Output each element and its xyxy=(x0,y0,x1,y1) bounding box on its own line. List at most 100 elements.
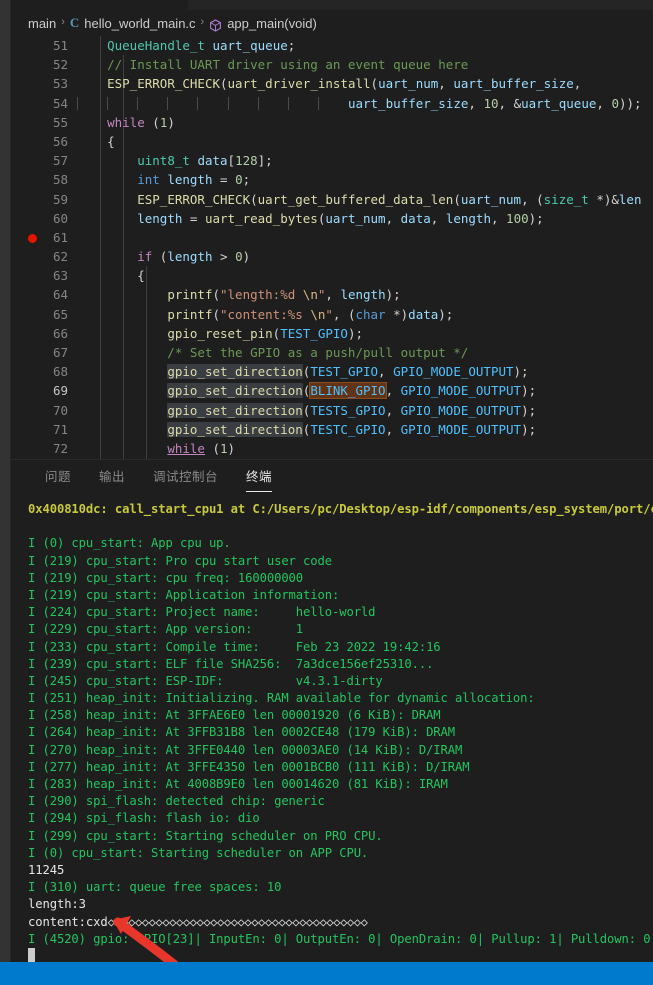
line-content: gpio_set_direction(BLINK_GPIO, GPIO_MODE… xyxy=(167,382,537,400)
terminal-line: I (219) cpu_start: Pro cpu start user co… xyxy=(28,553,332,568)
terminal-line: I (283) heap_init: At 4008B9E0 len 00014… xyxy=(28,777,448,791)
terminal-line: I (4520) gpio: GPIO[23]| InputEn: 0| Out… xyxy=(28,931,653,946)
terminal-line: I (233) cpu_start: Compile time: Feb 23 … xyxy=(28,639,441,654)
line-content: /* Set the GPIO as a push/pull output */ xyxy=(77,345,469,360)
line-content: ESP_ERROR_CHECK(uart_get_buffered_data_l… xyxy=(137,191,642,207)
line-content: printf("content:%s \n", (char *)data); xyxy=(167,306,454,322)
line-content: // Install UART driver using an event qu… xyxy=(77,57,469,73)
line-number: 51 xyxy=(52,38,68,53)
terminal-line: I (224) cpu_start: Project name: hello-w… xyxy=(28,605,376,620)
breadcrumb-separator-2: › xyxy=(200,16,205,28)
line-content: gpio_set_direction(TESTS_GPIO, GPIO_MODE… xyxy=(167,402,537,418)
line-content: gpio_set_direction(TESTC_GPIO, GPIO_MODE… xyxy=(167,421,537,437)
line-content: int length = 0; xyxy=(137,172,251,188)
breadcrumb[interactable]: main › C hello_world_main.c › app_main(v… xyxy=(11,10,653,36)
line-number: 57 xyxy=(52,153,68,169)
terminal-cursor xyxy=(28,947,35,962)
breadcrumb-item-main[interactable]: main xyxy=(28,16,56,31)
tab-terminal[interactable]: 终端 xyxy=(246,466,273,492)
line-content: printf("length:%d \n", length); xyxy=(167,287,401,303)
vscode-window: main › C hello_world_main.c › app_main(v… xyxy=(0,0,653,985)
tab-problems[interactable]: 问题 xyxy=(45,466,71,489)
code-line[interactable]: 51 QueueHandle_t uart_queue; xyxy=(11,36,653,55)
line-number: 61 xyxy=(52,229,68,245)
code-line[interactable]: 66 gpio_reset_pin(TEST_GPIO); xyxy=(11,324,653,343)
code-line[interactable]: 70 gpio_set_direction(TESTS_GPIO, GPIO_M… xyxy=(11,401,653,420)
terminal-line: 11245 xyxy=(28,862,65,877)
line-number: 59 xyxy=(52,191,68,207)
terminal-line: I (0) cpu_start: Starting scheduler on A… xyxy=(28,845,369,860)
terminal-line: I (219) cpu_start: cpu freq: 160000000 xyxy=(28,570,304,585)
line-number: 55 xyxy=(52,114,68,130)
line-number: 71 xyxy=(52,421,68,437)
terminal-cursor-line[interactable] xyxy=(28,947,653,963)
breadcrumb-item-symbol[interactable]: app_main(void) xyxy=(227,16,317,31)
terminal-line: I (251) heap_init: Initializing. RAM ava… xyxy=(28,691,535,706)
tab-debug-console[interactable]: 调试控制台 xyxy=(153,466,218,489)
status-bar[interactable] xyxy=(0,962,653,985)
code-line-breakpoint[interactable]: 61 xyxy=(11,228,653,247)
line-number: 52 xyxy=(52,57,68,73)
line-content: uint8_t data[128]; xyxy=(137,153,273,169)
line-content: { xyxy=(77,268,145,284)
panel-tab-list[interactable]: 问题 输出 调试控制台 终端 xyxy=(11,460,653,495)
line-content: while (1) xyxy=(167,440,236,456)
line-content: gpio_set_direction(TEST_GPIO, GPIO_MODE_… xyxy=(167,364,529,380)
code-line-current[interactable]: 69 gpio_set_direction(BLINK_GPIO, GPIO_M… xyxy=(11,381,653,400)
terminal-line: I (258) heap_init: At 3FFAE6E0 len 00001… xyxy=(28,708,441,723)
line-content xyxy=(77,228,85,247)
line-number: 69 xyxy=(52,383,68,399)
terminal-line: I (219) cpu_start: Application informati… xyxy=(28,587,340,602)
breadcrumb-separator-1: › xyxy=(61,16,65,28)
code-line[interactable]: 63 { xyxy=(11,266,653,285)
terminal-line: I (290) spi_flash: detected chip: generi… xyxy=(28,794,325,809)
activity-bar[interactable] xyxy=(0,0,10,962)
code-lines: 51 QueueHandle_t uart_queue; 52 // Insta… xyxy=(11,36,653,458)
code-editor[interactable]: 51 QueueHandle_t uart_queue; 52 // Insta… xyxy=(11,36,653,459)
line-number: 64 xyxy=(52,287,68,303)
code-line[interactable]: 71 gpio_set_direction(TESTC_GPIO, GPIO_M… xyxy=(11,420,653,439)
line-content: { xyxy=(77,133,115,149)
line-content: length = uart_read_bytes(uart_num, data,… xyxy=(137,210,544,226)
terminal-line: 0x400810dc: call_start_cpu1 at C:/Users/… xyxy=(28,502,653,516)
code-line[interactable]: 52 // Install UART driver using an event… xyxy=(11,55,653,74)
editor-tab-strip[interactable] xyxy=(11,0,653,10)
line-number: 60 xyxy=(52,210,68,226)
code-line[interactable]: 59 ESP_ERROR_CHECK(uart_get_buffered_dat… xyxy=(11,190,653,209)
line-number: 54 xyxy=(52,95,68,111)
bottom-panel: 问题 输出 调试控制台 终端 0x400810dc: call_start_cp… xyxy=(11,459,653,963)
code-line[interactable]: 65 printf("content:%s \n", (char *)data)… xyxy=(11,305,653,324)
code-line[interactable]: 60 length = uart_read_bytes(uart_num, da… xyxy=(11,209,653,228)
terminal-output[interactable]: 0x400810dc: call_start_cpu1 at C:/Users/… xyxy=(11,495,653,963)
terminal-line: I (310) uart: queue free spaces: 10 xyxy=(28,880,282,895)
line-content: uart_buffer_size, 10, &uart_queue, 0)); xyxy=(77,94,642,113)
code-line[interactable]: 57 uint8_t data[128]; xyxy=(11,151,653,170)
line-number: 56 xyxy=(52,133,68,149)
editor-tab-active[interactable] xyxy=(11,0,188,10)
code-line[interactable]: 72 while (1) xyxy=(11,439,653,458)
code-line[interactable]: 53 ESP_ERROR_CHECK(uart_driver_install(u… xyxy=(11,74,653,93)
code-line[interactable]: 58 int length = 0; xyxy=(11,170,653,189)
terminal-line: I (294) spi_flash: flash io: dio xyxy=(28,811,260,826)
line-content: while (1) xyxy=(107,114,175,130)
code-line[interactable]: 62 if (length > 0) xyxy=(11,247,653,266)
code-line[interactable]: 67 /* Set the GPIO as a push/pull output… xyxy=(11,343,653,362)
terminal-line: I (239) cpu_start: ELF file SHA256: 7a3d… xyxy=(28,656,434,671)
terminal-line: I (229) cpu_start: App version: 1 xyxy=(28,622,304,637)
code-line[interactable]: 64 printf("length:%d \n", length); xyxy=(11,285,653,304)
tab-output[interactable]: 输出 xyxy=(99,466,125,489)
line-number: 66 xyxy=(52,325,68,341)
terminal-line: I (264) heap_init: At 3FFB31B8 len 0002C… xyxy=(28,725,456,740)
terminal-line-text: content:cxd xyxy=(28,914,108,929)
code-line[interactable]: 54 uart_buffer_size, 10, &uart_queue, 0)… xyxy=(11,94,653,113)
code-line[interactable]: 68 gpio_set_direction(TEST_GPIO, GPIO_MO… xyxy=(11,362,653,381)
breadcrumb-item-file[interactable]: hello_world_main.c xyxy=(84,16,195,31)
terminal-line-content: content:cxd◇◇◇◇◇◇◇◇◇◇◇◇◇◇◇◇◇◇◇◇◇◇◇◇◇◇◇◇◇… xyxy=(28,914,653,931)
terminal-line: I (277) heap_init: At 3FFE4350 len 0001B… xyxy=(28,759,470,774)
terminal-line: I (270) heap_init: At 3FFE0440 len 00003… xyxy=(28,742,463,757)
line-number: 53 xyxy=(52,76,68,92)
code-line[interactable]: 55 while (1) xyxy=(11,113,653,132)
code-line[interactable]: 56 { xyxy=(11,132,653,151)
line-content: ESP_ERROR_CHECK(uart_driver_install(uart… xyxy=(107,76,582,92)
